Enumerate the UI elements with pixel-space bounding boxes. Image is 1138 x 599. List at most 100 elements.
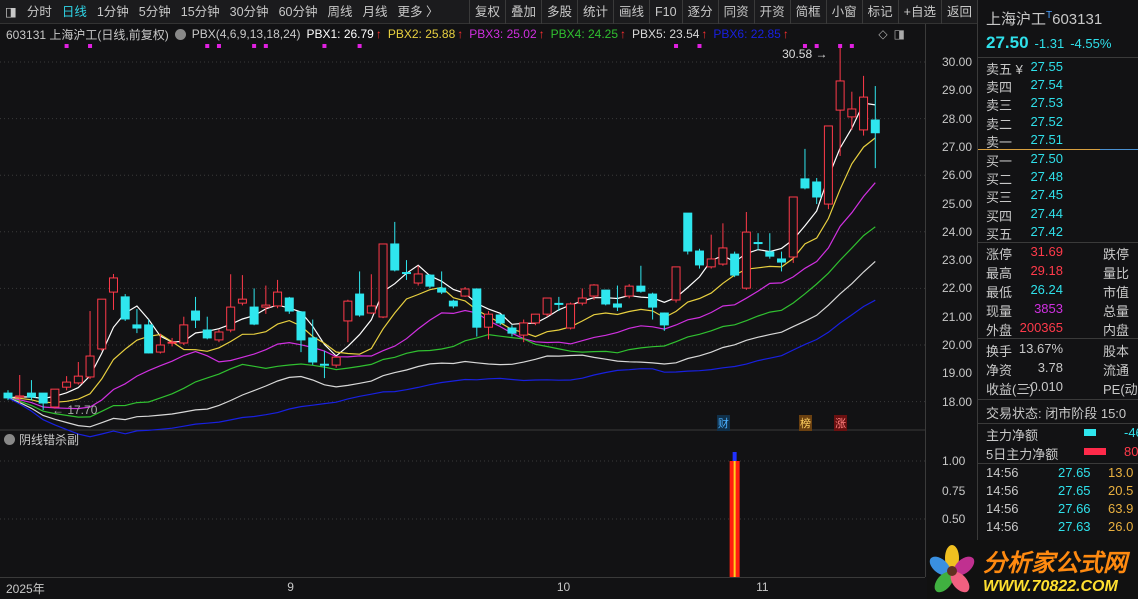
sub-tick: 1.00 [942, 454, 966, 468]
candle-up [718, 247, 728, 265]
row-value: 27.51 [1030, 131, 1063, 147]
quote-row: 净资 3.78 流通 [986, 360, 1138, 378]
candle-down [296, 311, 306, 341]
candle-up [741, 231, 751, 289]
price-tick: 18.00 [942, 394, 973, 409]
signal-bar-center [733, 461, 736, 577]
sub-indicator-menu-icon[interactable] [4, 434, 15, 445]
row-label-2: 内盘 [1103, 323, 1130, 338]
candle-down [612, 303, 622, 308]
event-tag[interactable]: 榜 [798, 415, 812, 431]
candle-up [237, 298, 247, 304]
candle-down [683, 212, 693, 252]
candle-up [847, 108, 857, 118]
price-line: 27.50 -1.31 -4.55% [986, 33, 1111, 53]
row-label: 卖一 [986, 134, 1013, 150]
candle-up [484, 313, 494, 328]
flow-value: -46 [1124, 425, 1138, 440]
date-axis: 2025年 9 10 11 [0, 577, 925, 597]
signal-marker [674, 44, 679, 48]
quote-row: 卖四 27.54 [986, 77, 1138, 95]
signal-marker [64, 44, 69, 48]
stock-header: 上海沪工T603131 [986, 8, 1102, 29]
tick-volume: 20.5 [1108, 483, 1134, 498]
quote-row: 买二 27.48 [986, 169, 1138, 187]
tick-row: 14:56 27.63 26.0 [986, 519, 1138, 537]
flow-label: 5日主力净额 [986, 447, 1059, 462]
quote-row: 涨停 31.69 跌停 [986, 244, 1138, 262]
row-value: 26.24 [1030, 282, 1063, 297]
price-tick: 21.00 [942, 309, 973, 324]
candle-up [15, 395, 25, 398]
quote-row: 卖二 27.52 [986, 114, 1138, 132]
candle-up [530, 313, 540, 324]
candle-down [319, 363, 329, 366]
stock-code: 603131 [1052, 11, 1103, 28]
candle-down [554, 302, 564, 305]
row-value: 3.78 [1037, 360, 1063, 375]
pbx3-line [7, 182, 876, 410]
kline-chart[interactable]: 30.58 → ← 17.70 [0, 0, 925, 599]
divider [978, 338, 1138, 339]
candle-up [366, 305, 376, 314]
tick-time: 14:56 [986, 519, 1019, 534]
candle-up [577, 297, 587, 304]
date-label: 9 [287, 580, 294, 594]
row-value: 27.50 [1030, 151, 1063, 166]
quote-row: 收益(三) -0.010 PE(动 [986, 379, 1138, 397]
date-label: 11 [756, 580, 769, 594]
row-value: 27.44 [1030, 205, 1063, 221]
divider [978, 57, 1138, 58]
quote-row: 买五 27.42 [986, 224, 1138, 242]
sub-indicator-header: 阴线错杀副 [4, 431, 79, 448]
price-tick: 28.00 [942, 111, 973, 126]
row-label: 卖二 [986, 116, 1013, 132]
row-value: -0.010 [1026, 379, 1063, 394]
candle-down [390, 243, 400, 271]
candle-up [624, 285, 634, 297]
row-label: 买五 [986, 226, 1013, 242]
row-label: 买三 [986, 190, 1013, 206]
candle-down [425, 274, 435, 287]
row-label-2: PE(动 [1103, 382, 1138, 397]
row-label: 卖三 [986, 98, 1013, 114]
candle-down [26, 392, 36, 398]
quote-row: 换手 13.67% 股本 [986, 341, 1138, 359]
candle-up [671, 266, 681, 301]
event-tag[interactable]: 涨 [834, 415, 848, 431]
candle-down [777, 258, 787, 263]
candle-down [730, 253, 740, 276]
signal-marker [357, 44, 362, 48]
candle-down [401, 272, 411, 275]
sub-tick: 0.75 [942, 484, 966, 498]
quote-row: 买一 27.50 [986, 151, 1138, 169]
quote-panel: 上海沪工T603131 27.50 -1.31 -4.55% 卖五 ¥ 27.55 卖四 27… [977, 0, 1138, 599]
divider [978, 399, 1138, 400]
toolbar-button-13[interactable]: 返回 [940, 0, 977, 24]
event-tag[interactable]: 财 [716, 415, 730, 431]
row-value: 27.52 [1030, 113, 1063, 129]
tick-price: 27.65 [1058, 465, 1091, 480]
row-label-2: 总量 [1103, 304, 1130, 319]
tick-time: 14:56 [986, 465, 1019, 480]
row-label: 买二 [986, 172, 1013, 188]
candle-up [460, 288, 470, 297]
candle-down [144, 324, 154, 354]
flow-label: 主力净额 [986, 428, 1039, 443]
row-label-2: 跌停 [1103, 247, 1130, 262]
signal-marker [697, 44, 702, 48]
row-label: 涨停 [986, 247, 1013, 262]
watermark-url: WWW.70822.COM [983, 578, 1118, 595]
watermark-title: 分析家公式网 [983, 550, 1127, 577]
trading-status: 交易状态: 闭市阶段 15:0 [986, 406, 1127, 421]
row-value: 200365 [1019, 320, 1063, 335]
quote-row: 卖一 27.51 [986, 132, 1138, 150]
spread-line [978, 149, 1100, 150]
tick-row: 14:56 27.66 63.9 [986, 501, 1138, 519]
price-tick: 30.00 [942, 55, 973, 69]
flower-logo-icon [929, 544, 975, 592]
signal-marker [263, 44, 268, 48]
candle-up [519, 322, 529, 336]
candle-down [38, 392, 48, 404]
signal-marker [252, 44, 257, 48]
